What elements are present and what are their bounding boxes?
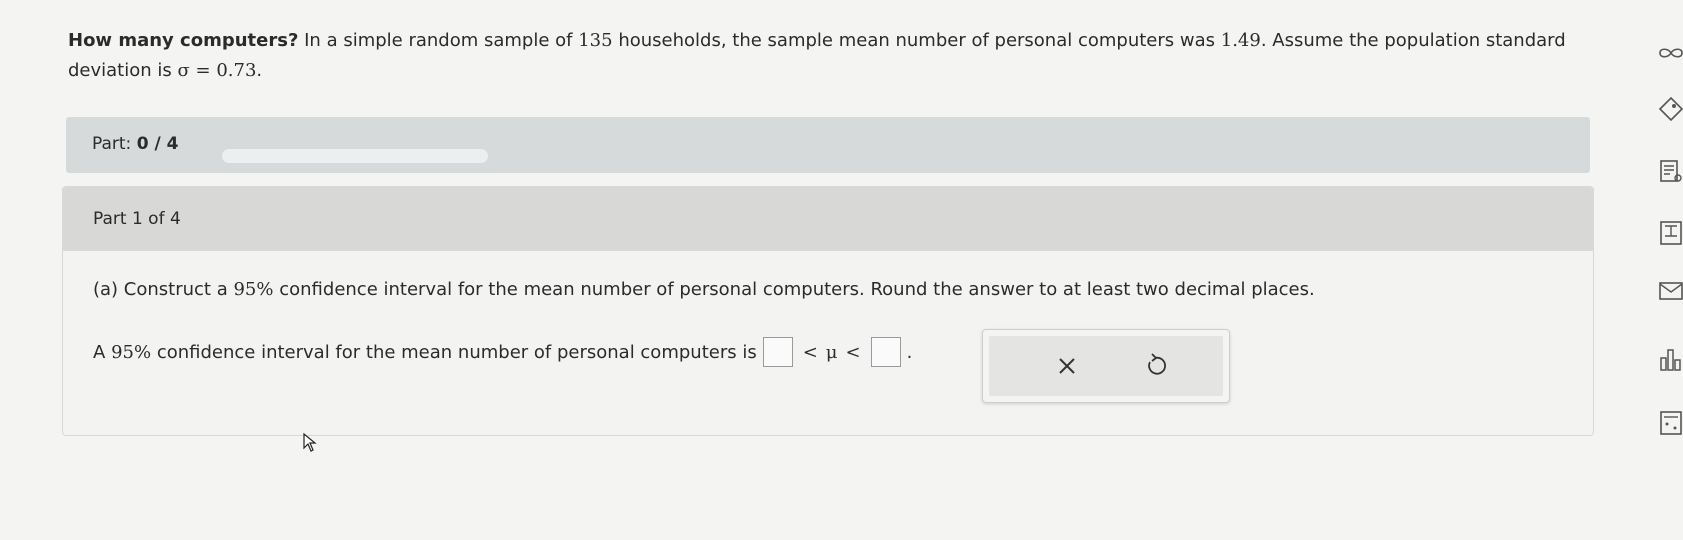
part-panel: Part 1 of 4 (a) Construct a 95% confiden… bbox=[62, 186, 1594, 436]
upper-bound-input[interactable] bbox=[870, 337, 901, 367]
progress-track bbox=[222, 149, 488, 163]
clear-button[interactable] bbox=[1047, 350, 1087, 382]
infinity-icon[interactable] bbox=[1656, 38, 1683, 68]
part-progress-bar: Part: 0 / 4 bbox=[66, 117, 1590, 173]
mu-symbol: μ bbox=[825, 341, 838, 363]
lower-bound-input[interactable] bbox=[762, 337, 793, 367]
mouse-cursor-icon bbox=[303, 432, 317, 452]
answer-line: A 95% confidence interval for the mean n… bbox=[93, 337, 912, 367]
question-text: How many computers? In a simple random s… bbox=[68, 30, 1566, 81]
part-progress-label: Part: 0 / 4 bbox=[92, 134, 179, 154]
part-prompt: (a) Construct a 95% confidence interval … bbox=[93, 279, 1315, 300]
book-icon[interactable] bbox=[1656, 218, 1683, 248]
undo-button[interactable] bbox=[1135, 350, 1175, 382]
mail-icon[interactable] bbox=[1656, 276, 1683, 306]
x-icon bbox=[1059, 358, 1075, 374]
part-header: Part 1 of 4 bbox=[63, 187, 1593, 251]
question-title: How many computers? bbox=[68, 30, 299, 51]
undo-icon bbox=[1148, 353, 1166, 375]
chart-icon[interactable] bbox=[1656, 344, 1683, 374]
tag-icon[interactable] bbox=[1656, 94, 1683, 124]
calculator-icon[interactable] bbox=[1656, 408, 1683, 438]
side-toolbar bbox=[1648, 30, 1683, 450]
assignment-page: How many computers? In a simple random s… bbox=[0, 0, 1683, 540]
reader-icon[interactable] bbox=[1656, 156, 1683, 186]
answer-actions bbox=[982, 329, 1230, 403]
sigma-value: σ = 0.73 bbox=[177, 60, 257, 81]
